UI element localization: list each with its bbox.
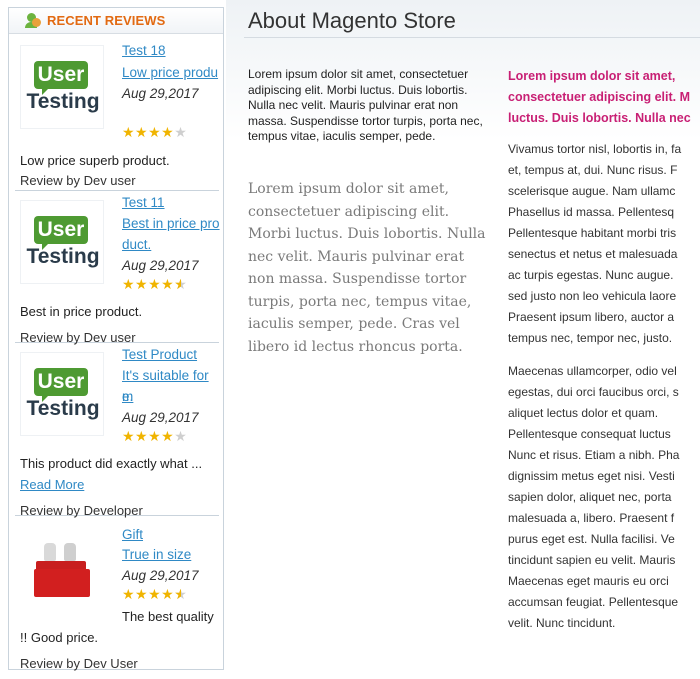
review-item: Gift True in size Aug 29,2017 ★★★★★ The … xyxy=(15,515,222,671)
review-text: Low price superb product. xyxy=(20,153,170,168)
review-author: Review by Dev user xyxy=(20,173,136,188)
review-author: Review by Dev User xyxy=(20,656,138,671)
title-divider xyxy=(244,37,700,38)
recent-reviews-header: RECENT REVIEWS xyxy=(9,8,223,34)
star-rating: ★★★★★ xyxy=(122,124,188,140)
review-date: Aug 29,2017 xyxy=(122,86,199,101)
review-title-link[interactable]: Best in price pro xyxy=(122,213,222,234)
review-title-link[interactable]: True in size xyxy=(122,544,222,565)
review-title-link-cont[interactable]: e. xyxy=(122,386,222,407)
intro-serif-paragraph: Lorem ipsum dolor sit amet, consectetuer… xyxy=(248,181,486,355)
review-item: User Testing Test 11 Best in price pro d… xyxy=(15,190,222,345)
right-column: Lorem ipsum dolor sit amet, consectetuer… xyxy=(508,66,700,666)
user-testing-logo: User xyxy=(34,368,88,402)
product-name-link[interactable]: Test Product xyxy=(122,344,222,365)
product-thumbnail[interactable]: User Testing xyxy=(20,45,104,129)
gift-image xyxy=(44,543,56,561)
star-rating: ★★★★★ xyxy=(122,277,187,291)
review-date: Aug 29,2017 xyxy=(122,568,199,583)
highlight-paragraph: Lorem ipsum dolor sit amet, consectetuer… xyxy=(508,69,691,125)
review-text: Best in price product. xyxy=(20,304,143,319)
review-text: This product did exactly what ... xyxy=(20,456,203,471)
review-item: User Testing Test Product It's suitable … xyxy=(15,342,222,518)
user-testing-logo: User xyxy=(34,216,88,250)
review-title-link-cont[interactable]: duct. xyxy=(122,234,222,255)
review-title-link[interactable]: Low price produ xyxy=(122,62,222,83)
body-paragraph: Vivamus tortor nisl, lobortis in, fa et,… xyxy=(508,142,682,345)
recent-reviews-widget: RECENT REVIEWS User Testing Test 18 Low … xyxy=(8,7,224,671)
body-paragraph: Maecenas ullamcorper, odio vel egestas, … xyxy=(508,364,680,630)
review-text-cont: !! Good price. xyxy=(20,630,99,645)
read-more-link[interactable]: Read More xyxy=(20,476,84,494)
user-testing-logo: User xyxy=(34,61,88,95)
star-rating: ★★★★★ xyxy=(122,428,188,444)
review-date: Aug 29,2017 xyxy=(122,258,199,273)
users-icon xyxy=(25,12,43,30)
recent-reviews-title: RECENT REVIEWS xyxy=(47,13,166,28)
product-thumbnail[interactable] xyxy=(20,525,104,609)
review-item: User Testing Test 18 Low price produ Aug… xyxy=(15,35,219,191)
intro-paragraph: Lorem ipsum dolor sit amet, consectetuer… xyxy=(248,67,483,143)
review-date: Aug 29,2017 xyxy=(122,410,199,425)
product-name-link[interactable]: Test 18 xyxy=(122,40,222,61)
star-rating: ★★★★★ xyxy=(122,587,187,601)
page-title: About Magento Store xyxy=(248,8,456,33)
product-name-link[interactable]: Test 11 xyxy=(122,192,222,213)
review-text: The best quality xyxy=(122,609,214,624)
product-name-link[interactable]: Gift xyxy=(122,524,222,545)
product-thumbnail[interactable]: User Testing xyxy=(20,352,104,436)
product-thumbnail[interactable]: User Testing xyxy=(20,200,104,284)
